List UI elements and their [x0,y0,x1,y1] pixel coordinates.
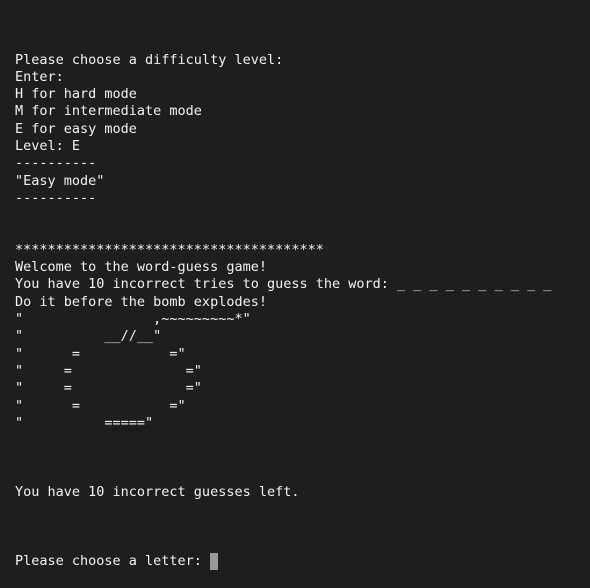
terminal-line: You have 10 incorrect guesses left. [15,484,300,501]
terminal-line: H for hard mode [15,86,137,103]
text-cursor[interactable] [210,553,219,571]
terminal-line: You have 10 incorrect tries to guess the… [15,276,552,293]
terminal-line: Enter: [15,68,64,85]
terminal-line: " = =" [15,397,186,414]
terminal-line: E for easy mode [15,120,137,137]
terminal-line: "Easy mode" [15,172,105,189]
terminal-line: " = =" [15,380,202,397]
terminal-line: M for intermediate mode [15,103,202,120]
letter-prompt: Please choose a letter: [15,553,211,570]
terminal-line: Do it before the bomb explodes! [15,293,267,310]
terminal-line: Level: E [15,138,81,155]
input-line[interactable]: Please choose a letter: [15,553,583,571]
terminal-line: " = =" [15,362,202,379]
terminal-line: ---------- [15,155,97,172]
terminal-output: Please choose a difficulty level: Enter: H… [15,52,583,519]
terminal-line: ************************************** [15,241,324,258]
terminal-line: " ,~~~~~~~~~*" [15,311,251,328]
terminal-line: " =====" [15,414,154,431]
terminal-line: Welcome to the word-guess game! [15,259,267,276]
terminal-line: " = =" [15,345,186,362]
terminal-line: " __//__" [15,328,162,345]
terminal-line: ---------- [15,189,97,206]
terminal-window: Please choose a difficulty level: Enter: H… [15,17,583,588]
terminal-line: Please choose a difficulty level: [15,51,284,68]
